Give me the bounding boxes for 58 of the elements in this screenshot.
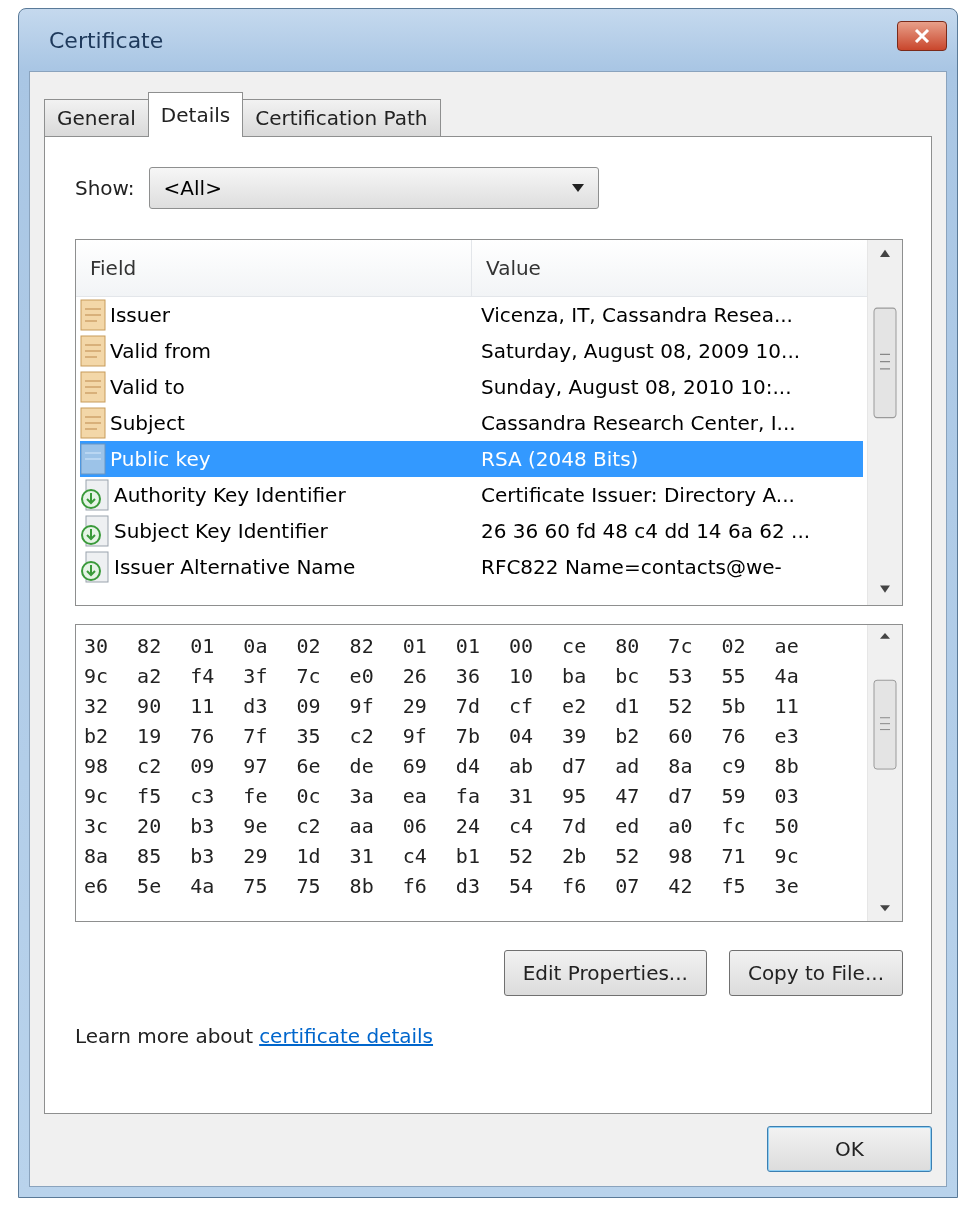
field-name: Authority Key Identifier [114,483,346,507]
field-value: 26 36 60 fd 48 c4 dd 14 6a 62 ... [480,519,812,543]
field-value: RSA (2048 Bits) [480,447,640,471]
field-name: Subject [110,411,185,435]
hex-line: 3c 20 b3 9e c2 aa 06 24 c4 7d ed a0 fc 50 [84,813,799,840]
field-name: Issuer [110,303,170,327]
column-header[interactable]: Field [76,256,471,280]
window-title: Certificate [48,27,164,53]
list-row[interactable]: Subject Cassandra Research Center, I... [80,405,863,441]
extension-icon [80,515,110,547]
field-value: Cassandra Research Center, I... [480,411,797,435]
list-row[interactable]: Issuer Alternative Name RFC822 Name=contacts@we- [80,549,863,585]
show-label: Show: [75,176,135,200]
field-value: Vicenza, IT, Cassandra Resea... [480,303,794,327]
field-name: Subject Key Identifier [114,519,328,543]
field-name: Valid to [110,375,185,399]
document-icon [80,371,106,403]
scrollbar[interactable] [867,625,902,921]
hex-line: 30 82 01 0a 02 82 01 01 00 ce 80 7c 02 ae [84,633,799,660]
document-icon [80,407,106,439]
hex-line: e6 5e 4a 75 75 8b f6 d3 54 f6 07 42 f5 3e [84,873,799,900]
extension-icon [80,479,110,511]
list-row[interactable]: Authority Key Identifier Certificate Issuer: Directory A... [80,477,863,513]
field-name: Public key [110,447,211,471]
dropdown-arrow-icon [571,184,584,192]
show-dropdown[interactable]: <All> [148,167,599,209]
tab[interactable]: Details [147,92,244,137]
action-button[interactable]: Edit Properties... [503,950,707,996]
hex-line: 98 c2 09 97 6e de 69 d4 ab d7 ad 8a c9 8b [84,753,799,780]
ok-button[interactable]: OK [767,1126,932,1172]
list-row[interactable]: Issuer Vicenza, IT, Cassandra Resea... [80,297,863,333]
document-icon [80,299,106,331]
extension-icon [80,551,110,583]
scrollbar[interactable] [867,240,902,605]
hex-line: 32 90 11 d3 09 9f 29 7d cf e2 d1 52 5b 11 [84,693,799,720]
field-value: Sunday, August 08, 2010 10:... [480,375,793,399]
field-value: Certificate Issuer: Directory A... [480,483,796,507]
list-row[interactable]: Subject Key Identifier 26 36 60 fd 48 c4 dd 14 6a 62 ... [80,513,863,549]
tab[interactable]: Certification Path [242,99,441,136]
field-value: RFC822 Name=contacts@we- [480,555,783,579]
learn-more-text: Learn more about [75,1024,254,1048]
hex-line: 9c f5 c3 fe 0c 3a ea fa 31 95 47 d7 59 03 [84,783,799,810]
value-box[interactable] [75,624,903,922]
close-button[interactable] [897,21,947,51]
field-name: Valid from [110,339,212,363]
tab[interactable]: General [44,99,149,136]
document-icon [80,335,106,367]
list-row[interactable]: Valid from Saturday, August 08, 2009 10... [80,333,863,369]
document-icon [80,443,106,475]
close-icon [914,29,930,43]
hex-line: b2 19 76 7f 35 c2 9f 7b 04 39 b2 60 76 e3 [84,723,799,750]
action-button[interactable]: Copy to File... [728,950,903,996]
field-value: Saturday, August 08, 2009 10... [480,339,802,363]
list-row[interactable]: Valid to Sunday, August 08, 2010 10:... [80,369,863,405]
field-name: Issuer Alternative Name [114,555,356,579]
hex-line: 9c a2 f4 3f 7c e0 26 36 10 ba bc 53 55 4a [84,663,799,690]
hex-line: 8a 85 b3 29 1d 31 c4 b1 52 2b 52 98 71 9c [84,843,799,870]
details-link[interactable]: certificate details [259,1024,434,1048]
